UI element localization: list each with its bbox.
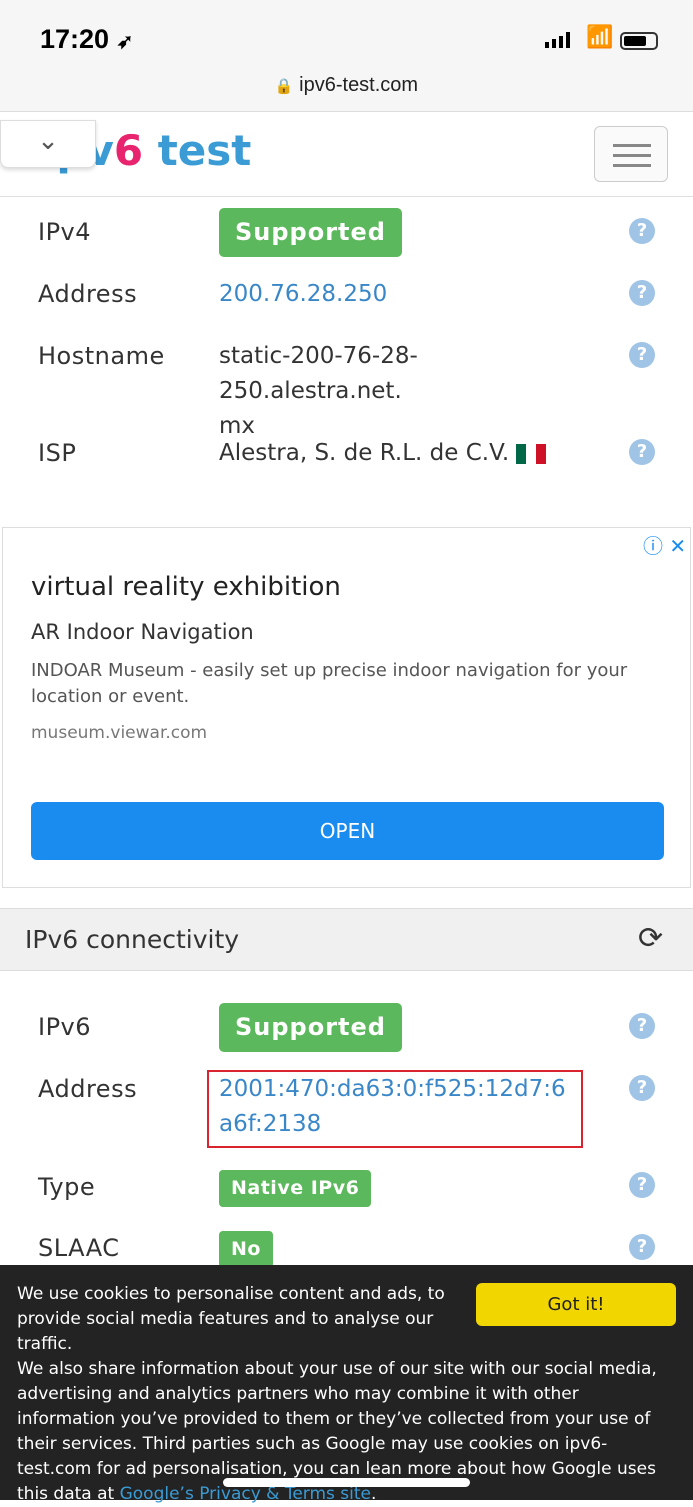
help-icon[interactable]: ? — [629, 1013, 655, 1039]
help-icon[interactable]: ? — [629, 342, 655, 368]
privacy-terms-link[interactable]: Google’s Privacy & Terms site — [120, 1484, 371, 1504]
help-icon[interactable]: ? — [629, 1075, 655, 1101]
mexico-flag-icon — [516, 443, 547, 464]
ipv6-section-header: IPv6 connectivity ⟳ — [0, 908, 693, 971]
isp-value: Alestra, S. de R.L. de C.V. — [219, 436, 547, 471]
isp-label: ISP — [38, 439, 77, 467]
home-indicator[interactable] — [223, 1478, 470, 1487]
browser-chrome: 17:20 ➶ 📶 🔒 ipv6-test.com — [0, 0, 693, 112]
ad-close-icon[interactable]: ✕ — [669, 534, 686, 558]
battery-icon — [620, 32, 658, 50]
help-icon[interactable]: ? — [629, 1172, 655, 1198]
ad-subtitle: AR Indoor Navigation — [31, 620, 254, 644]
type-label: Type — [38, 1173, 96, 1201]
help-icon[interactable]: ? — [629, 439, 655, 465]
slaac-label: SLAAC — [38, 1234, 120, 1262]
ipv4-label: IPv4 — [38, 218, 92, 246]
signal-icon — [545, 32, 570, 48]
hostname-value: static-200-76-28-250.alestra.net.mx — [219, 343, 418, 439]
cookie-banner: We use cookies to personalise content an… — [0, 1265, 693, 1504]
slaac-badge: No — [219, 1231, 273, 1268]
ad-description: INDOAR Museum - easily set up precise in… — [31, 660, 628, 707]
menu-button[interactable] — [594, 126, 668, 182]
ipv4-status-badge: Supported — [219, 208, 402, 257]
type-badge: Native IPv6 — [219, 1170, 372, 1207]
ad-banner[interactable]: ⓘ ✕ virtual reality exhibition AR Indoor… — [2, 527, 691, 888]
refresh-icon[interactable]: ⟳ — [638, 921, 663, 956]
got-it-button[interactable]: Got it! — [476, 1283, 676, 1326]
ipv4-address[interactable]: 200.76.28.250 — [219, 277, 387, 312]
site-header: ipv6 test ⌄ — [0, 112, 693, 197]
lock-icon: 🔒 — [274, 78, 294, 95]
section-title: IPv6 connectivity — [25, 925, 240, 954]
status-time: 17:20 ➶ — [40, 24, 134, 54]
highlight-box — [207, 1070, 583, 1148]
collapse-toolbar-button[interactable]: ⌄ — [0, 120, 96, 168]
ad-domain[interactable]: museum.viewar.com — [31, 723, 207, 743]
ipv6-status-badge: Supported — [219, 1003, 402, 1052]
wifi-icon: 📶 — [586, 25, 614, 50]
hostname-label: Hostname — [38, 342, 165, 370]
help-icon[interactable]: ? — [629, 218, 655, 244]
ipv6-label: IPv6 — [38, 1013, 92, 1041]
address-label: Address — [38, 280, 138, 308]
address-label: Address — [38, 1075, 138, 1103]
ad-info-icon[interactable]: ⓘ — [643, 534, 663, 558]
url-bar[interactable]: 🔒 ipv6-test.com — [0, 74, 693, 97]
location-arrow-icon: ➶ — [116, 31, 134, 53]
ad-open-button[interactable]: OPEN — [31, 802, 664, 860]
chevron-down-icon: ⌄ — [37, 126, 59, 156]
help-icon[interactable]: ? — [629, 280, 655, 306]
ad-title[interactable]: virtual reality exhibition — [31, 572, 341, 602]
help-icon[interactable]: ? — [629, 1234, 655, 1260]
